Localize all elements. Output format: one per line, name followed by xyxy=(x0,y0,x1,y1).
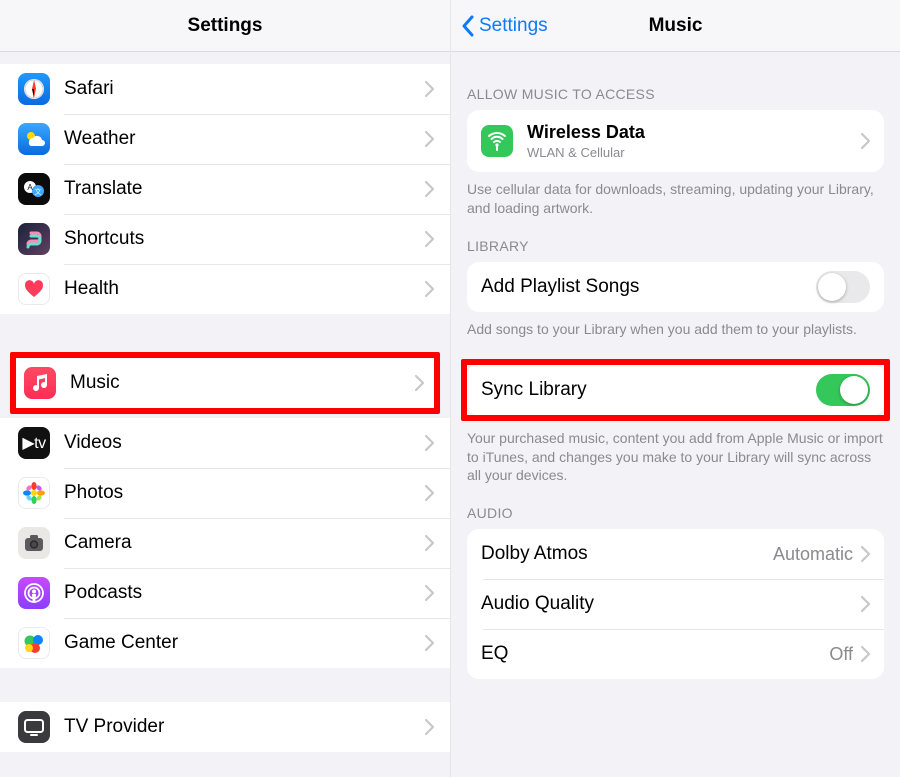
chevron-right-icon xyxy=(425,485,434,501)
music-settings-list[interactable]: ALLOW MUSIC TO ACCESS Wireless Data WLAN &… xyxy=(451,52,900,777)
wireless-row[interactable]: Wireless Data WLAN & Cellular xyxy=(467,110,884,172)
weather-row[interactable]: Weather xyxy=(0,114,450,164)
shortcuts-label: Shortcuts xyxy=(64,228,425,250)
synclibrary-toggle[interactable] xyxy=(816,374,870,406)
music-navbar: Settings Music xyxy=(451,0,900,52)
settings-screen: Settings Safari Weather Translate Shortcuts… xyxy=(0,0,450,777)
photos-icon xyxy=(18,477,50,509)
music-row[interactable]: Music xyxy=(16,358,434,408)
synclibrary-label: Sync Library xyxy=(481,379,816,401)
weather-icon xyxy=(18,123,50,155)
addplaylist-toggle[interactable] xyxy=(816,271,870,303)
chevron-right-icon xyxy=(861,133,870,149)
wireless-label: Wireless Data xyxy=(527,122,861,143)
safari-label: Safari xyxy=(64,78,425,100)
music-title: Music xyxy=(649,15,703,37)
translate-row[interactable]: Translate xyxy=(0,164,450,214)
chevron-right-icon xyxy=(415,375,424,391)
camera-row[interactable]: Camera xyxy=(0,518,450,568)
shortcuts-row[interactable]: Shortcuts xyxy=(0,214,450,264)
tvprovider-icon xyxy=(18,711,50,743)
section-footer: Your purchased music, content you add fr… xyxy=(451,421,900,486)
health-label: Health xyxy=(64,278,425,300)
dolby-row[interactable]: Dolby AtmosAutomatic xyxy=(467,529,884,579)
camera-icon xyxy=(18,527,50,559)
section-footer: Add songs to your Library when you add t… xyxy=(451,312,900,339)
chevron-right-icon xyxy=(425,535,434,551)
music-settings-screen: Settings Music ALLOW MUSIC TO ACCESSWire… xyxy=(450,0,900,777)
videos-icon: ▶tv xyxy=(18,427,50,459)
safari-icon xyxy=(18,73,50,105)
chevron-right-icon xyxy=(425,635,434,651)
camera-label: Camera xyxy=(64,532,425,554)
shortcuts-icon xyxy=(18,223,50,255)
wireless-icon xyxy=(481,125,513,157)
addplaylist-label: Add Playlist Songs xyxy=(481,276,816,298)
gamecenter-label: Game Center xyxy=(64,632,425,654)
tvprovider-label: TV Provider xyxy=(64,716,425,738)
section-footer: Use cellular data for downloads, streami… xyxy=(451,172,900,218)
videos-row[interactable]: ▶tv Videos xyxy=(0,418,450,468)
podcasts-label: Podcasts xyxy=(64,582,425,604)
weather-label: Weather xyxy=(64,128,425,150)
section-header: ALLOW MUSIC TO ACCESS xyxy=(451,86,900,110)
chevron-right-icon xyxy=(425,231,434,247)
settings-list[interactable]: Safari Weather Translate Shortcuts Health Mus… xyxy=(0,52,450,777)
highlight-music: Music xyxy=(10,352,440,414)
chevron-right-icon xyxy=(425,281,434,297)
chevron-right-icon xyxy=(861,646,870,662)
back-button[interactable]: Settings xyxy=(461,0,548,52)
quality-label: Audio Quality xyxy=(481,593,861,615)
chevron-right-icon xyxy=(425,81,434,97)
videos-label: Videos xyxy=(64,432,425,454)
eq-label: EQ xyxy=(481,643,829,665)
tvprovider-row[interactable]: TV Provider xyxy=(0,702,450,752)
settings-title: Settings xyxy=(188,15,263,37)
eq-row[interactable]: EQOff xyxy=(467,629,884,679)
music-label: Music xyxy=(70,372,415,394)
health-icon xyxy=(18,273,50,305)
settings-navbar: Settings xyxy=(0,0,450,52)
gamecenter-icon xyxy=(18,627,50,659)
eq-detail: Off xyxy=(829,644,853,665)
chevron-right-icon xyxy=(861,546,870,562)
quality-row[interactable]: Audio Quality xyxy=(467,579,884,629)
dolby-detail: Automatic xyxy=(773,544,853,565)
podcasts-icon xyxy=(18,577,50,609)
highlight-synclibrary: Sync Library xyxy=(461,359,890,421)
chevron-right-icon xyxy=(425,131,434,147)
photos-label: Photos xyxy=(64,482,425,504)
section-header: LIBRARY xyxy=(451,238,900,262)
podcasts-row[interactable]: Podcasts xyxy=(0,568,450,618)
dolby-label: Dolby Atmos xyxy=(481,543,773,565)
chevron-right-icon xyxy=(425,181,434,197)
section-header: AUDIO xyxy=(451,505,900,529)
wireless-sublabel: WLAN & Cellular xyxy=(527,145,861,160)
chevron-right-icon xyxy=(861,596,870,612)
back-label: Settings xyxy=(479,15,548,37)
synclibrary-row[interactable]: Sync Library xyxy=(467,365,884,415)
translate-label: Translate xyxy=(64,178,425,200)
addplaylist-row[interactable]: Add Playlist Songs xyxy=(467,262,884,312)
chevron-right-icon xyxy=(425,585,434,601)
chevron-right-icon xyxy=(425,719,434,735)
photos-row[interactable]: Photos xyxy=(0,468,450,518)
chevron-back-icon xyxy=(461,15,475,37)
gamecenter-row[interactable]: Game Center xyxy=(0,618,450,668)
health-row[interactable]: Health xyxy=(0,264,450,314)
chevron-right-icon xyxy=(425,435,434,451)
translate-icon xyxy=(18,173,50,205)
music-icon xyxy=(24,367,56,399)
safari-row[interactable]: Safari xyxy=(0,64,450,114)
